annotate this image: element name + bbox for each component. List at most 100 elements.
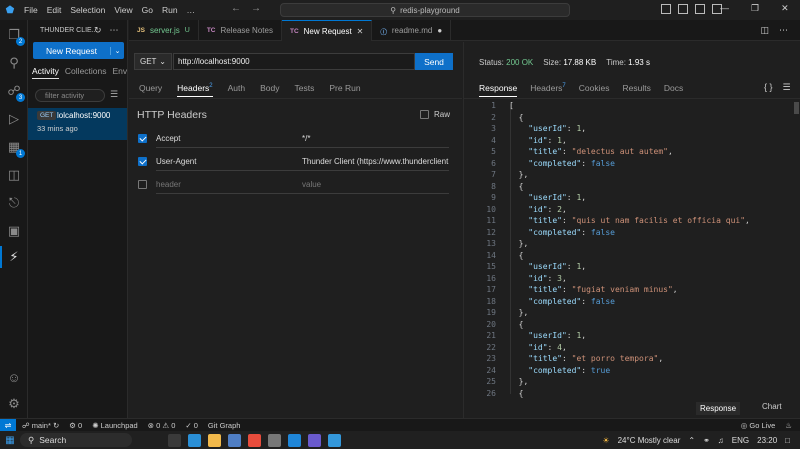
menu-icon[interactable]: ☰ [783,82,791,93]
view-chart-button[interactable]: Chart [762,402,782,415]
tab-response[interactable]: Response [479,83,518,97]
docker-icon[interactable]: ▣ [5,222,23,240]
network-icon[interactable]: ⚭ [703,436,710,445]
menu-item[interactable]: View [114,5,132,15]
language-indicator[interactable]: ENG [732,436,749,445]
accounts-icon[interactable]: ☺ [5,368,23,386]
header-enabled-checkbox[interactable] [138,157,147,166]
header-value-input[interactable]: Thunder Client (https://www.thunderclien… [302,152,449,171]
header-value-placeholder[interactable]: value [302,175,449,194]
tab-cookies[interactable]: Cookies [579,83,610,97]
header-enabled-checkbox[interactable] [138,134,147,143]
tab-readme[interactable]: ⓘ readme.md ● [372,20,452,41]
tab-collections[interactable]: Collections [65,66,107,79]
scrollbar-thumb[interactable] [794,102,799,114]
source-control-icon[interactable]: ☍ 3 [5,82,25,102]
close-icon[interactable]: ✕ [781,3,789,14]
vscode-taskbar-icon[interactable] [288,433,301,447]
header-value-input[interactable]: */* [302,129,449,148]
tab-response-headers[interactable]: Headers7 [530,83,565,97]
more-actions-icon[interactable]: ⋯ [110,25,119,36]
explorer-icon[interactable]: ❐ 2 [5,26,25,46]
launchpad-item[interactable]: ✺ Launchpad [92,421,138,430]
problems-indicator[interactable]: ⊗ 0 ⚠ 0 [148,421,176,430]
store-icon[interactable] [228,433,241,447]
go-live-button[interactable]: ◎ Go Live [741,421,776,430]
branch-indicator[interactable]: ☍ main* ↻ [22,421,59,430]
tab-body[interactable]: Body [260,83,279,97]
task-view-icon[interactable] [168,433,181,447]
tab-tests[interactable]: Tests [295,83,315,97]
thunder-client-icon[interactable]: ⚡ [5,248,23,266]
tab-release-notes[interactable]: TC Release Notes [199,20,282,41]
history-item[interactable]: GET lolcalhost:9000 33 mins ago [28,108,127,140]
notifications-bell-icon[interactable]: ♨ [785,421,792,430]
filter-activity-input[interactable]: filter activity [35,89,105,102]
chevron-down-icon[interactable]: ⌄ [110,46,124,55]
close-icon[interactable]: ✕ [357,27,364,36]
tab-pre-run[interactable]: Pre Run [329,83,360,97]
taskbar-search[interactable]: ⚲ Search [20,433,132,447]
refresh-icon[interactable]: ↻ [94,25,102,36]
windows-start-icon[interactable]: ▦ [0,435,20,446]
tab-query[interactable]: Query [139,83,162,97]
docker-taskbar-icon[interactable] [328,433,341,447]
back-arrow-icon[interactable]: ← [231,3,241,14]
send-button[interactable]: Send [415,53,453,70]
raw-toggle[interactable]: Raw [420,110,450,119]
chrome-icon[interactable] [248,433,261,447]
git-graph-item[interactable]: Git Graph [208,421,241,430]
tray-chevron-icon[interactable]: ⌃ [688,436,695,445]
notifications-icon[interactable]: □ [785,436,790,445]
forward-arrow-icon[interactable]: → [251,3,261,14]
menu-item[interactable]: Run [162,5,178,15]
minimize-icon[interactable]: — [720,3,729,14]
app-icon[interactable] [308,433,321,447]
tab-docs[interactable]: Docs [664,83,683,97]
menu-item[interactable]: … [187,5,196,15]
command-center-search[interactable]: ⚲ redis-playground [280,3,570,17]
search-icon[interactable]: ⚲ [5,54,23,72]
toggle-sidebar-icon[interactable] [661,4,671,14]
weather-text[interactable]: 24°C Mostly clear [618,436,681,445]
tab-headers[interactable]: Headers2 [177,83,213,97]
more-actions-icon[interactable]: ⋯ [779,25,788,36]
response-body[interactable]: 1[2 {3 "userId": 1, 4 "id": 1, 5 "title": … [464,98,794,398]
run-debug-icon[interactable]: ▷ [5,110,23,128]
tab-activity[interactable]: Activity [32,66,59,79]
menu-item[interactable]: Selection [70,5,105,15]
tab-new-request[interactable]: TC New Request ✕ [281,20,373,41]
header-key-input[interactable]: User-Agent [156,152,302,171]
header-key-placeholder[interactable]: header [156,175,302,194]
method-select[interactable]: GET ⌄ [134,53,172,70]
extensions-icon[interactable]: ▦ 1 [5,138,25,158]
menu-item[interactable]: File [24,5,38,15]
view-response-button[interactable]: Response [696,402,741,415]
tab-auth[interactable]: Auth [228,83,246,97]
toggle-panel-icon[interactable] [678,4,688,14]
tab-server-js[interactable]: JS server.js U [129,20,199,41]
clock[interactable]: 23:20 [757,436,777,445]
toggle-secondary-sidebar-icon[interactable] [695,4,705,14]
split-editor-icon[interactable]: ◫ [760,25,769,36]
restore-icon[interactable]: ❐ [751,3,759,14]
settings-icon[interactable] [268,433,281,447]
braces-icon[interactable]: { } [764,82,773,93]
ports-indicator[interactable]: ⚙ 0 [69,421,82,430]
raw-checkbox[interactable] [420,110,429,119]
signal-indicator[interactable]: ✓ 0 [185,421,198,430]
remote-indicator-icon[interactable]: ⇌ [0,418,16,432]
settings-gear-icon[interactable]: ⚙ [5,395,23,413]
url-input[interactable]: http://localhost:9000 [173,53,415,70]
filter-menu-icon[interactable]: ☰ [110,89,118,100]
header-key-input[interactable]: Accept [156,129,302,148]
volume-icon[interactable]: ♫ [718,436,724,445]
edge-browser-icon[interactable] [188,433,201,447]
header-enabled-checkbox[interactable] [138,180,147,189]
menu-item[interactable]: Edit [47,5,62,15]
remote-explorer-icon[interactable]: ◫ [5,166,23,184]
menu-item[interactable]: Go [142,5,153,15]
tab-results[interactable]: Results [622,83,650,97]
git-graph-icon[interactable]: ⎋ [5,194,23,212]
tab-env[interactable]: Env [113,66,128,79]
